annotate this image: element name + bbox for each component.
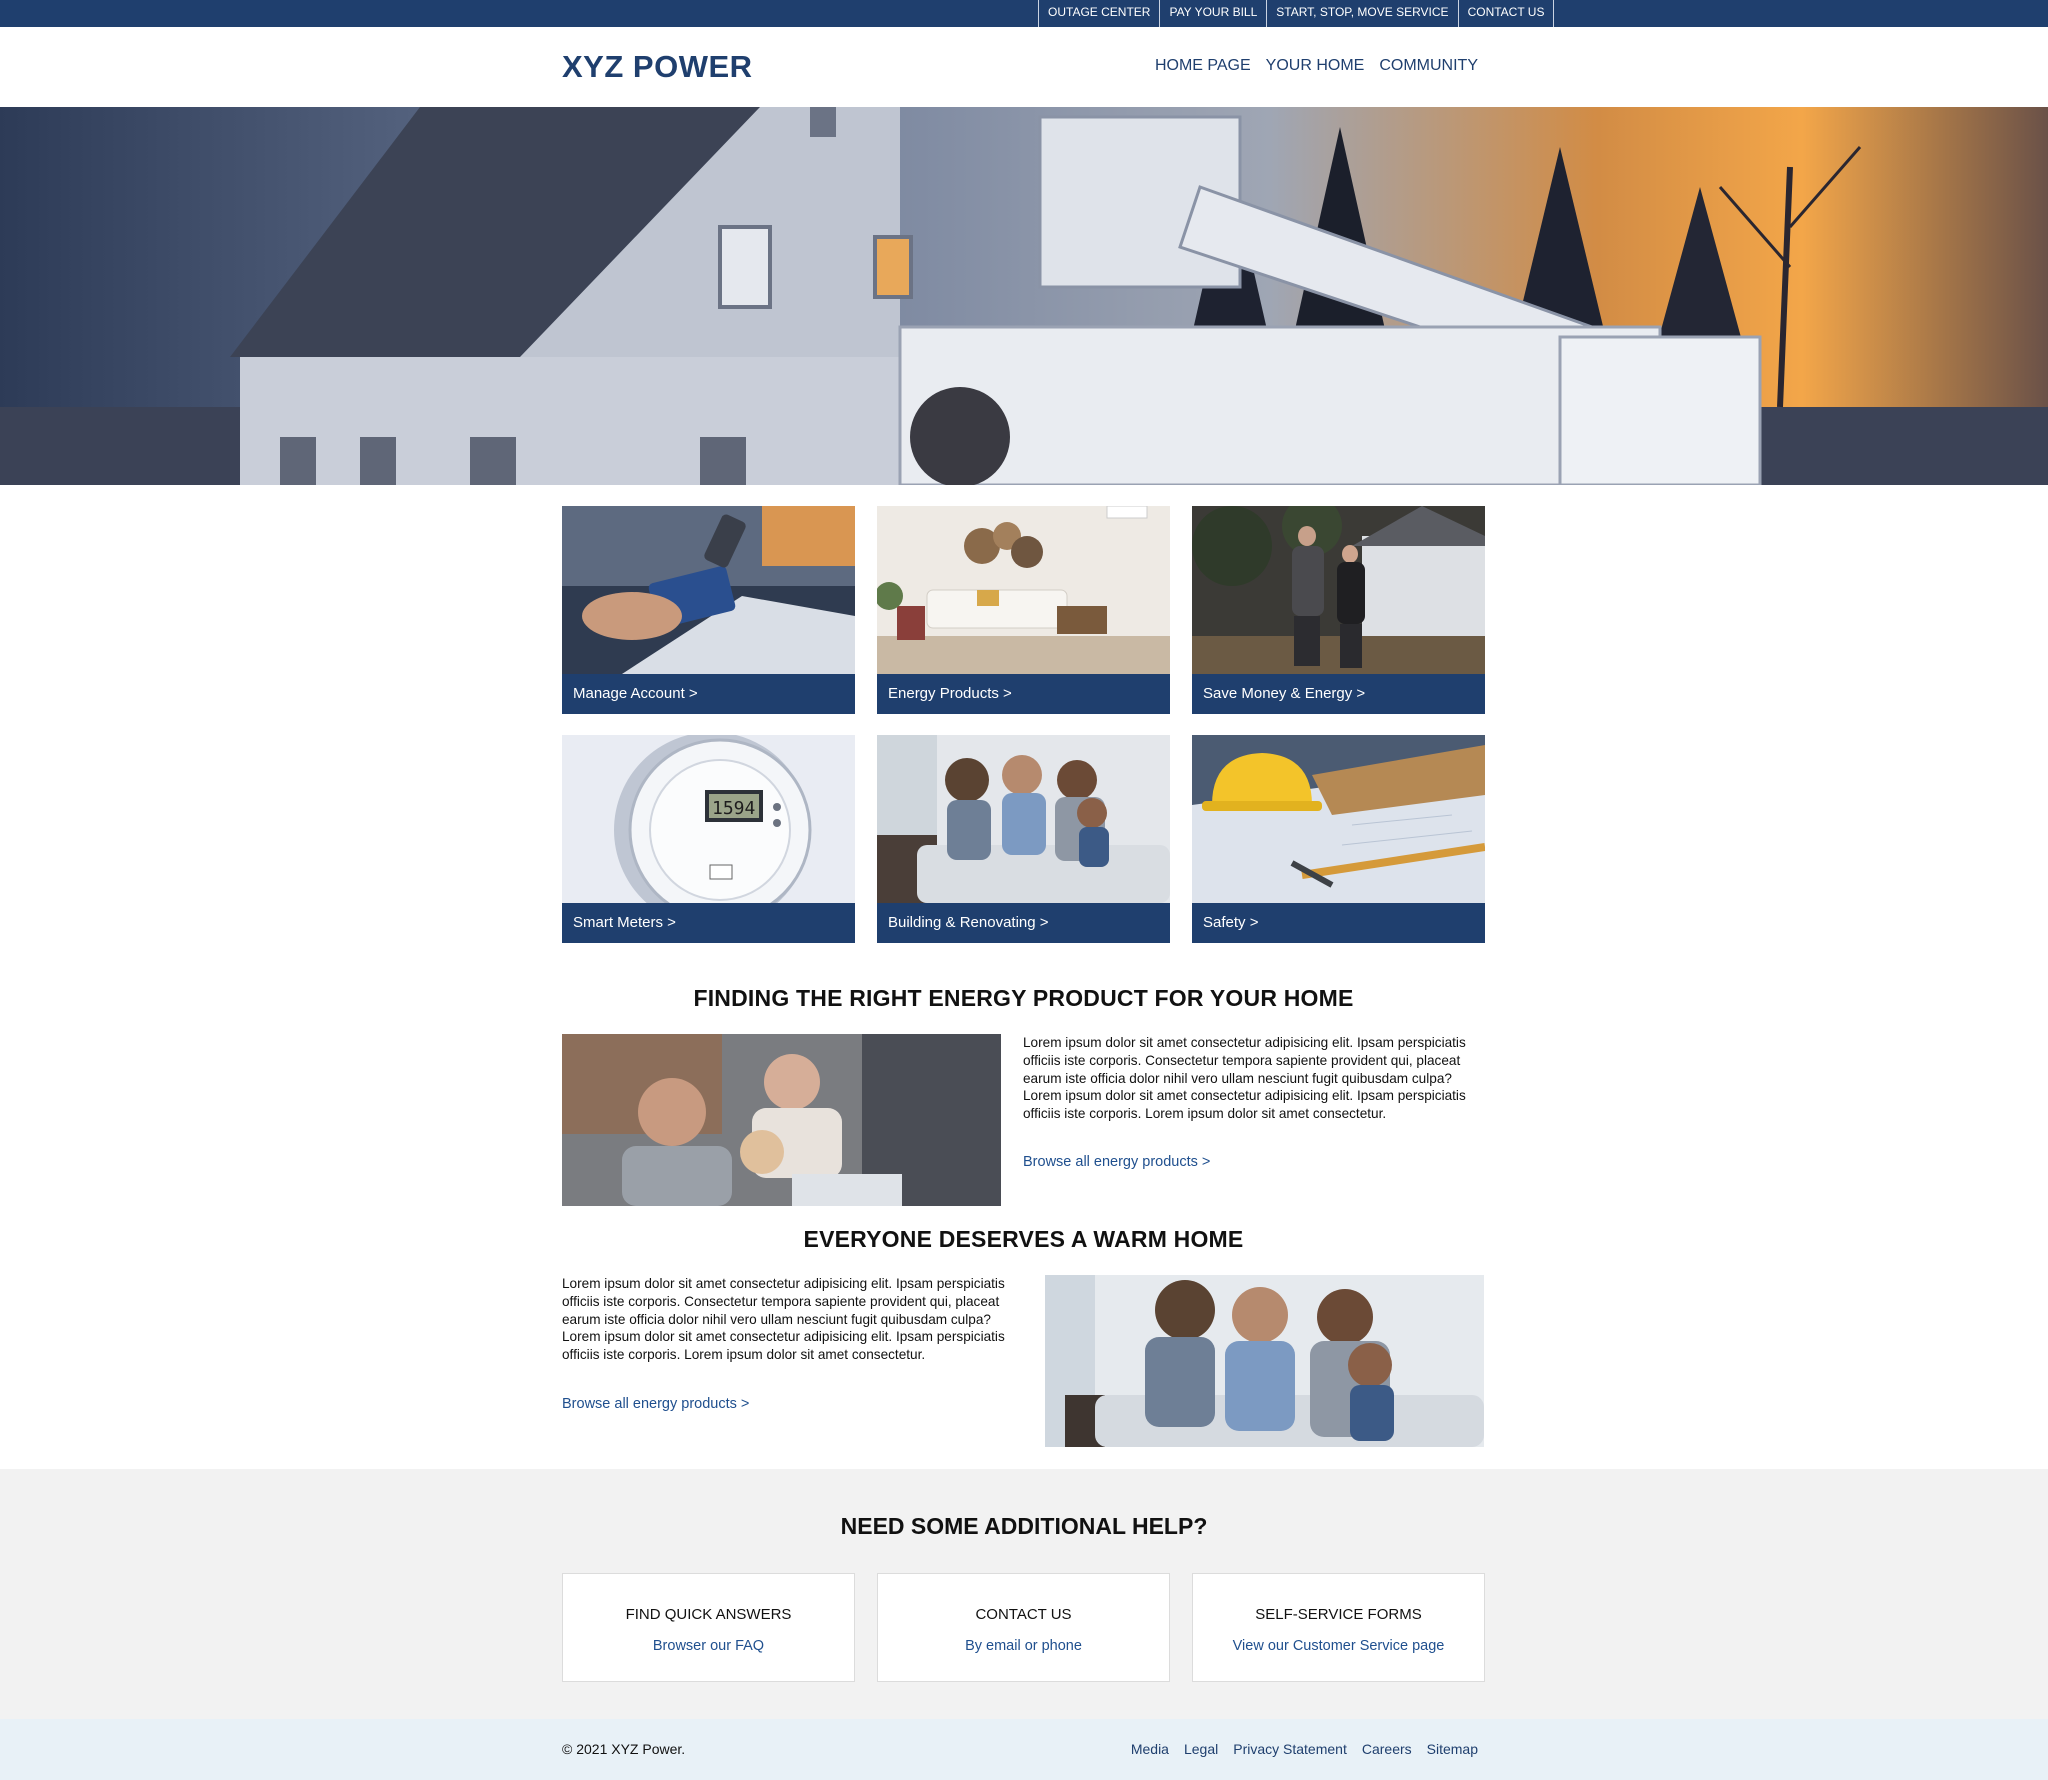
help-card-quick-answers: FIND QUICK ANSWERS Browser our FAQ — [562, 1573, 855, 1682]
footer-link-media[interactable]: Media — [1131, 1741, 1169, 1757]
tile-energy-products[interactable]: Energy Products > — [877, 506, 1170, 714]
faq-link[interactable]: Browser our FAQ — [563, 1638, 854, 1654]
nav-home-page[interactable]: HOME PAGE — [1155, 57, 1251, 75]
tile-label: Safety > — [1192, 903, 1485, 943]
tile-image-couple-walking — [1192, 506, 1485, 674]
hero-image — [0, 107, 2048, 485]
help-title: NEED SOME ADDITIONAL HELP? — [840, 1513, 1208, 1539]
tile-building-renovating[interactable]: Building & Renovating > — [877, 735, 1170, 943]
tile-image-living-room — [877, 506, 1170, 674]
utility-link-start-stop-move[interactable]: START, STOP, MOVE SERVICE — [1266, 0, 1457, 27]
footer-nav: Media Legal Privacy Statement Careers Si… — [1131, 1741, 1478, 1757]
tile-safety[interactable]: Safety > — [1192, 735, 1485, 943]
tile-image-smart-meter: 1594 — [562, 735, 855, 903]
main-nav: HOME PAGE YOUR HOME COMMUNITY — [1155, 57, 1478, 75]
help-card-self-service: SELF-SERVICE FORMS View our Customer Ser… — [1192, 1573, 1485, 1682]
email-phone-link[interactable]: By email or phone — [878, 1638, 1169, 1654]
tile-smart-meters[interactable]: 1594 Smart Meters > — [562, 735, 855, 943]
section2-browse-link[interactable]: Browse all energy products > — [562, 1396, 749, 1412]
section2-body-text: Lorem ipsum dolor sit amet consectetur a… — [562, 1276, 1005, 1363]
tile-label: Save Money & Energy > — [1192, 674, 1485, 714]
utility-link-outage-center[interactable]: OUTAGE CENTER — [1038, 0, 1159, 27]
nav-your-home[interactable]: YOUR HOME — [1266, 57, 1365, 75]
tile-manage-account[interactable]: Manage Account > — [562, 506, 855, 714]
nav-community[interactable]: COMMUNITY — [1379, 57, 1478, 75]
site-header: XYZ POWER HOME PAGE YOUR HOME COMMUNITY — [0, 27, 2048, 107]
section1-browse-link[interactable]: Browse all energy products > — [1023, 1154, 1210, 1170]
utility-link-contact-us[interactable]: CONTACT US — [1457, 0, 1555, 27]
customer-service-link[interactable]: View our Customer Service page — [1193, 1638, 1484, 1654]
copyright: © 2021 XYZ Power. — [562, 1741, 686, 1757]
utility-bar: OUTAGE CENTER PAY YOUR BILL START, STOP,… — [0, 0, 2048, 27]
help-card-contact-us: CONTACT US By email or phone — [877, 1573, 1170, 1682]
help-card-title: SELF-SERVICE FORMS — [1255, 1606, 1422, 1623]
footer-link-careers[interactable]: Careers — [1362, 1741, 1412, 1757]
footer-link-privacy[interactable]: Privacy Statement — [1233, 1741, 1347, 1757]
svg-text:1594: 1594 — [712, 798, 755, 819]
tile-label: Building & Renovating > — [877, 903, 1170, 943]
section-title-energy-product: FINDING THE RIGHT ENERGY PRODUCT FOR YOU… — [693, 985, 1354, 1011]
tile-label: Manage Account > — [562, 674, 855, 714]
footer-link-sitemap[interactable]: Sitemap — [1427, 1741, 1478, 1757]
site-footer: © 2021 XYZ Power. Media Legal Privacy St… — [0, 1719, 2048, 1780]
help-card-title: CONTACT US — [975, 1606, 1072, 1623]
section1-body-text: Lorem ipsum dolor sit amet consectetur a… — [1023, 1035, 1466, 1122]
site-logo[interactable]: XYZ POWER — [562, 49, 753, 85]
footer-link-legal[interactable]: Legal — [1184, 1741, 1218, 1757]
photo-family-sofa — [1045, 1275, 1484, 1447]
utility-nav: OUTAGE CENTER PAY YOUR BILL START, STOP,… — [1038, 0, 1555, 27]
help-card-title: FIND QUICK ANSWERS — [625, 1606, 792, 1623]
utility-link-pay-bill[interactable]: PAY YOUR BILL — [1159, 0, 1266, 27]
tile-save-money-energy[interactable]: Save Money & Energy > — [1192, 506, 1485, 714]
photo-family-laptop — [562, 1034, 1001, 1206]
tile-label: Smart Meters > — [562, 903, 855, 943]
tile-image-family-couch — [877, 735, 1170, 903]
tile-label: Energy Products > — [877, 674, 1170, 714]
help-section: NEED SOME ADDITIONAL HELP? FIND QUICK AN… — [0, 1469, 2048, 1719]
tile-image-credit-card — [562, 506, 855, 674]
hero-illustration — [0, 107, 2048, 485]
section-title-warm-home: EVERYONE DESERVES A WARM HOME — [803, 1226, 1244, 1252]
tile-image-hard-hat — [1192, 735, 1485, 903]
